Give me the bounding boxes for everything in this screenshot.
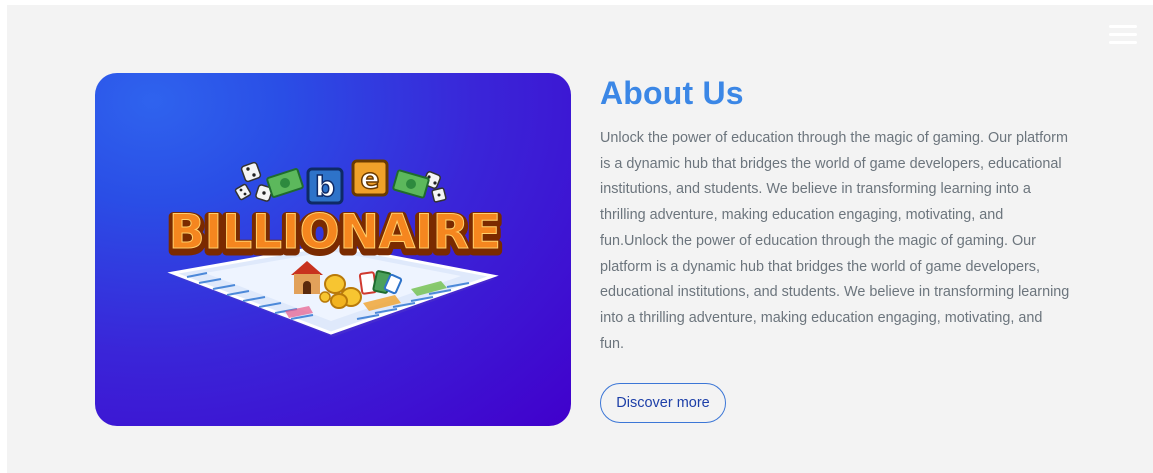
logo-word: BILLIONAIRE BILLIONAIRE <box>164 204 505 268</box>
logo-letter-tiles: b e <box>306 159 389 205</box>
about-description: Unlock the power of education through th… <box>600 130 1070 352</box>
menu-bar <box>1109 41 1137 44</box>
about-section: b e BILLIONAIRE BILLIONAIRE About Us Unl… <box>7 5 1153 473</box>
money-notes-icon <box>266 168 430 199</box>
about-title: About Us <box>600 75 744 111</box>
logo-letter-e: e <box>361 162 380 195</box>
discover-more-button[interactable]: Discover more <box>600 383 726 423</box>
logo-letter-b: b <box>315 170 335 203</box>
menu-bar <box>1109 25 1137 28</box>
billionaire-logo-illustration: b e BILLIONAIRE BILLIONAIRE <box>164 159 506 337</box>
hamburger-menu-icon[interactable] <box>1109 23 1137 47</box>
logo-word-text: BILLIONAIRE <box>169 205 501 260</box>
hero-image-card: b e BILLIONAIRE BILLIONAIRE <box>95 73 571 426</box>
menu-bar <box>1109 33 1137 36</box>
